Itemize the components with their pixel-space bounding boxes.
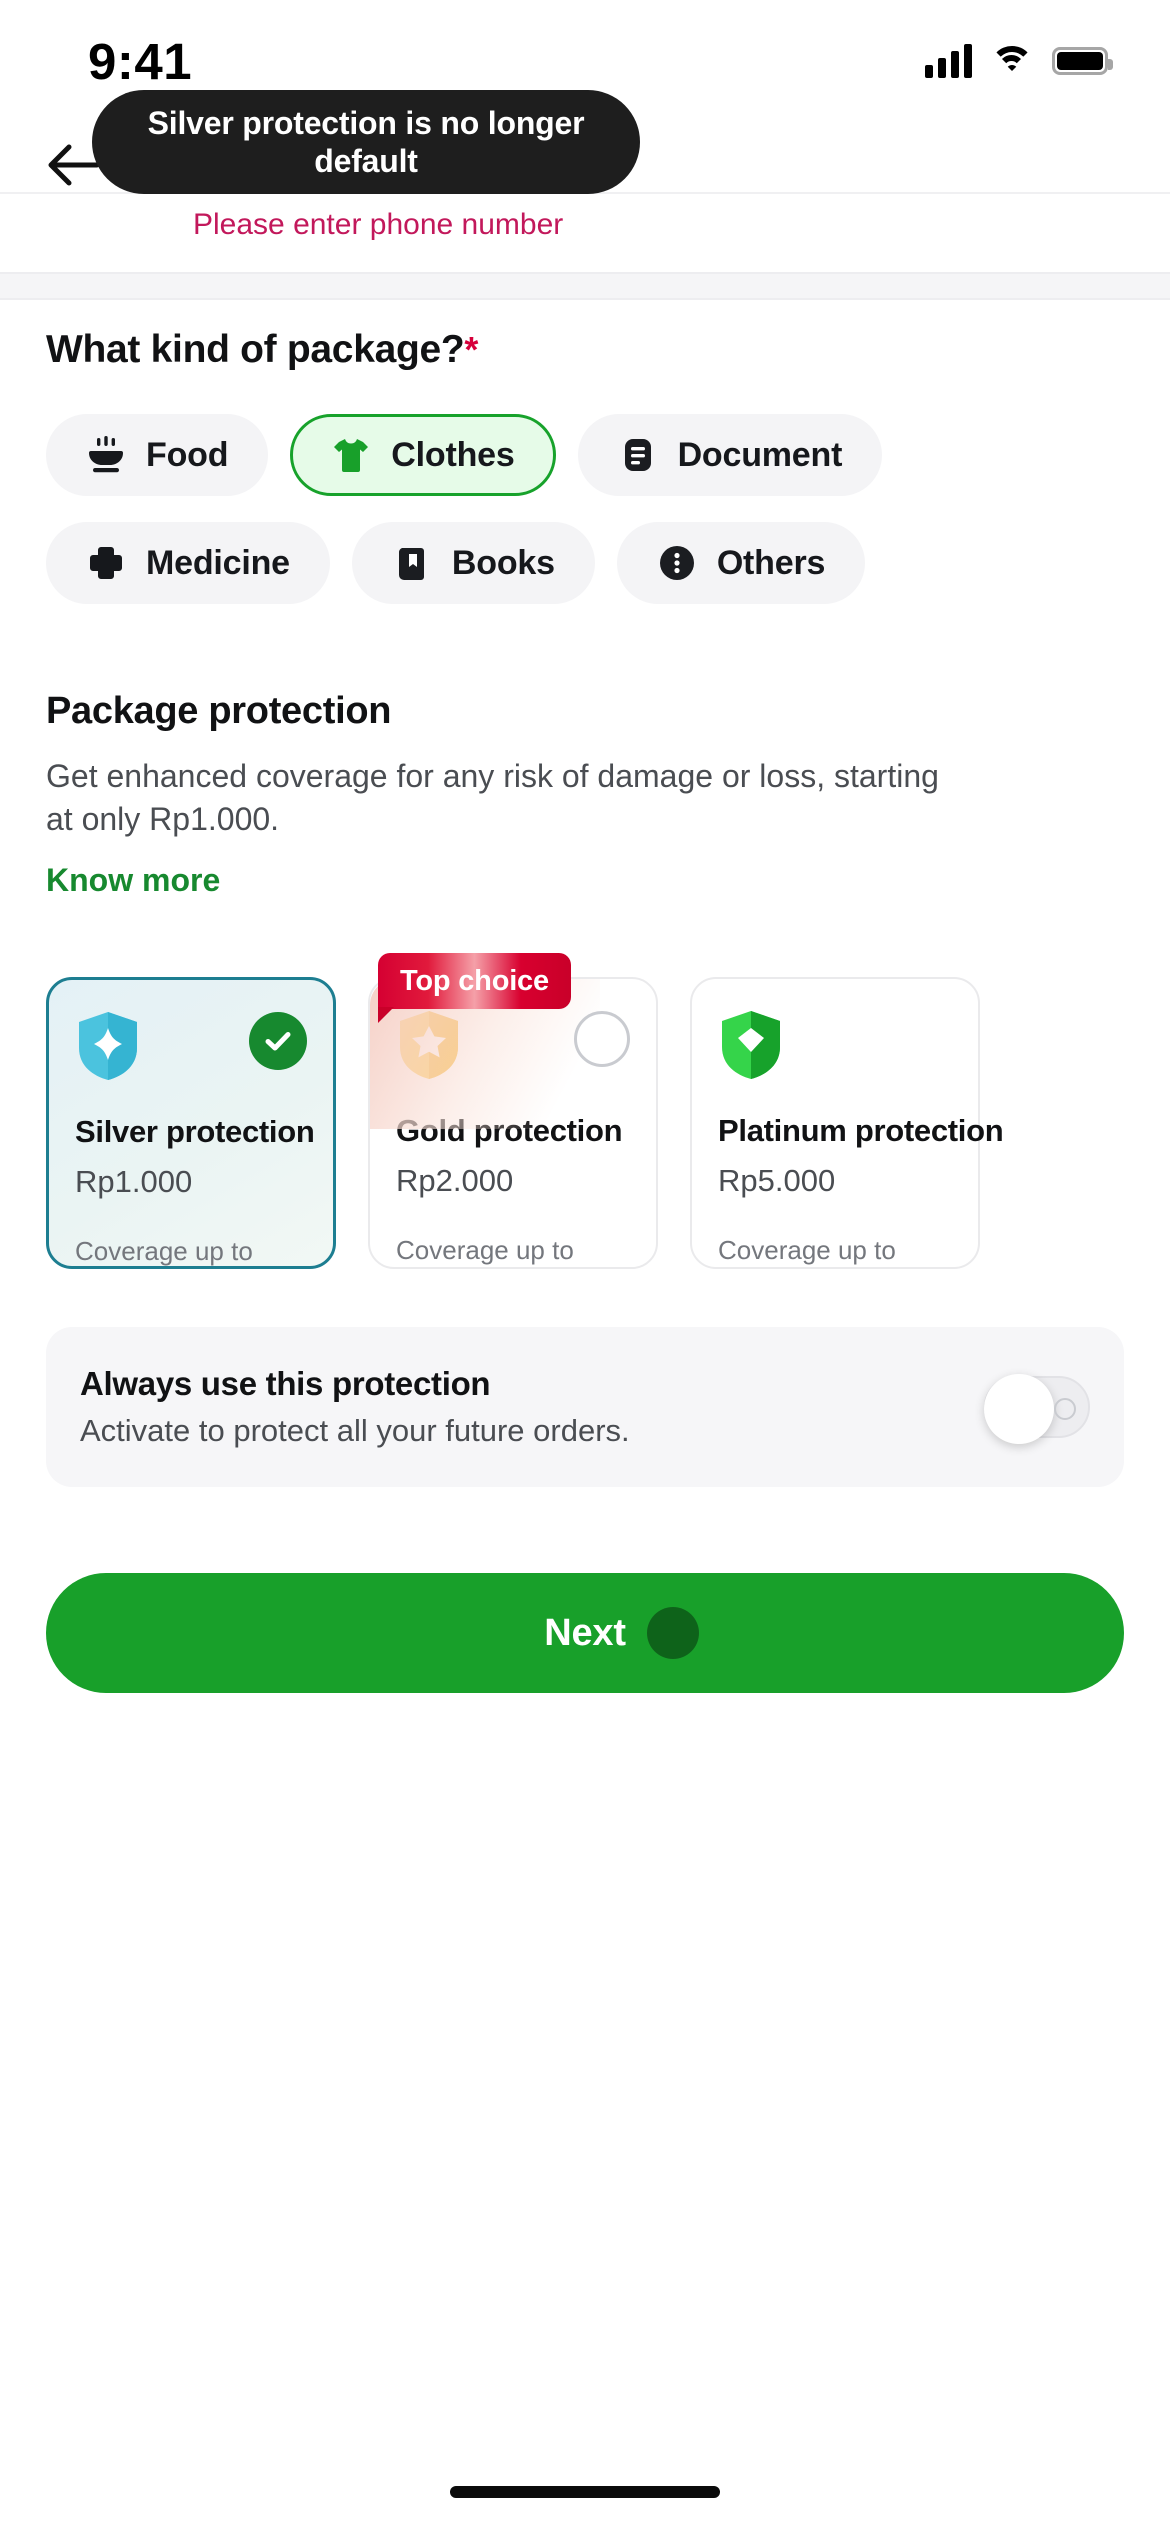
package-chip-others[interactable]: Others — [616, 522, 866, 604]
protection-plan-carousel[interactable]: Silver protection Rp1.000 Coverage up to… — [46, 951, 1170, 1270]
toast-notification: Silver protection is no longer default — [92, 90, 640, 194]
protection-card-platinum[interactable]: Platinum protection Rp5.000 Coverage up … — [690, 977, 1004, 1270]
plan-selected-check[interactable] — [249, 1012, 307, 1071]
package-chip-label: Others — [716, 543, 826, 582]
toast-message: Silver protection is no longer default — [147, 104, 585, 179]
platinum-shield-icon — [718, 1009, 952, 1081]
check-icon — [265, 1032, 291, 1051]
status-time: 9:41 — [88, 32, 193, 90]
package-chip-label: Food — [146, 435, 229, 474]
next-button[interactable]: Next — [46, 1573, 1124, 1694]
always-use-protection-row: Always use this protection Activate to p… — [46, 1327, 1124, 1488]
plan-price: Rp1.000 — [75, 1164, 193, 1200]
next-button-label: Next — [544, 1611, 626, 1654]
protection-card-gold[interactable]: Top choice Gold protection Rp2.000 Cover… — [368, 953, 658, 1270]
touch-ripple-indicator — [647, 1607, 699, 1660]
back-arrow-icon — [48, 144, 99, 186]
plan-radio-unselected[interactable] — [574, 1011, 630, 1068]
tshirt-icon — [331, 435, 371, 475]
phone-error-message: Please enter phone number — [193, 208, 564, 241]
main-content: What kind of package?* Food Clothes Docu… — [0, 300, 1170, 1694]
plan-name: Silver protection — [75, 1114, 315, 1150]
package-chip-food[interactable]: Food — [46, 414, 269, 496]
status-indicators — [925, 44, 1113, 78]
plan-coverage-label: Coverage up to — [718, 1235, 896, 1266]
cellular-signal-icon — [925, 44, 972, 78]
package-chip-label: Books — [451, 543, 555, 582]
package-type-title: What kind of package?* — [46, 328, 1170, 372]
home-indicator — [450, 2486, 720, 2498]
status-bar: 9:41 — [0, 0, 1170, 100]
top-choice-badge-label: Top choice — [400, 964, 549, 997]
protection-card-silver[interactable]: Silver protection Rp1.000 Coverage up to… — [46, 977, 336, 1270]
medicine-plus-icon — [86, 543, 126, 583]
package-type-title-text: What kind of package? — [46, 328, 465, 371]
top-choice-badge: Top choice — [378, 953, 571, 1024]
package-chip-label: Clothes — [391, 435, 515, 474]
plan-name: Platinum protection — [718, 1113, 1004, 1149]
plan-coverage-label: Coverage up to — [75, 1236, 253, 1267]
package-chip-books[interactable]: Books — [351, 522, 595, 604]
plan-coverage-label: Coverage up to — [396, 1235, 574, 1266]
always-use-subtitle: Activate to protect all your future orde… — [80, 1413, 630, 1449]
required-asterisk: * — [464, 329, 479, 370]
plan-name: Gold protection — [396, 1113, 623, 1149]
battery-icon — [1052, 47, 1113, 75]
protection-section-title: Package protection — [46, 690, 392, 732]
package-chip-document[interactable]: Document — [577, 414, 883, 496]
food-bowl-icon — [86, 435, 126, 475]
package-chip-label: Medicine — [146, 543, 290, 582]
plan-price: Rp2.000 — [396, 1163, 514, 1199]
document-icon — [618, 435, 658, 475]
more-dots-icon — [657, 543, 697, 583]
section-divider — [0, 272, 1170, 300]
mobile-screen: 9:41 Silver protection is no longer defa… — [0, 0, 1170, 2532]
toggle-knob — [984, 1374, 1054, 1445]
protection-description: Get enhanced coverage for any risk of da… — [46, 758, 939, 837]
always-use-title: Always use this protection — [80, 1365, 491, 1403]
package-chip-label: Document — [677, 435, 843, 474]
toggle-off-indicator — [1054, 1398, 1076, 1421]
wifi-icon — [990, 44, 1034, 78]
know-more-link[interactable]: Know more — [46, 862, 220, 899]
plan-price: Rp5.000 — [718, 1163, 836, 1199]
package-chip-medicine[interactable]: Medicine — [46, 522, 330, 604]
form-error-strip: Please enter phone number — [0, 192, 1170, 272]
package-type-options: Food Clothes Document Medicine Books Oth… — [46, 414, 1076, 604]
book-icon — [392, 543, 432, 583]
always-use-text: Always use this protection Activate to p… — [80, 1365, 984, 1449]
always-use-toggle[interactable] — [984, 1374, 1090, 1445]
package-chip-clothes[interactable]: Clothes — [290, 414, 556, 496]
